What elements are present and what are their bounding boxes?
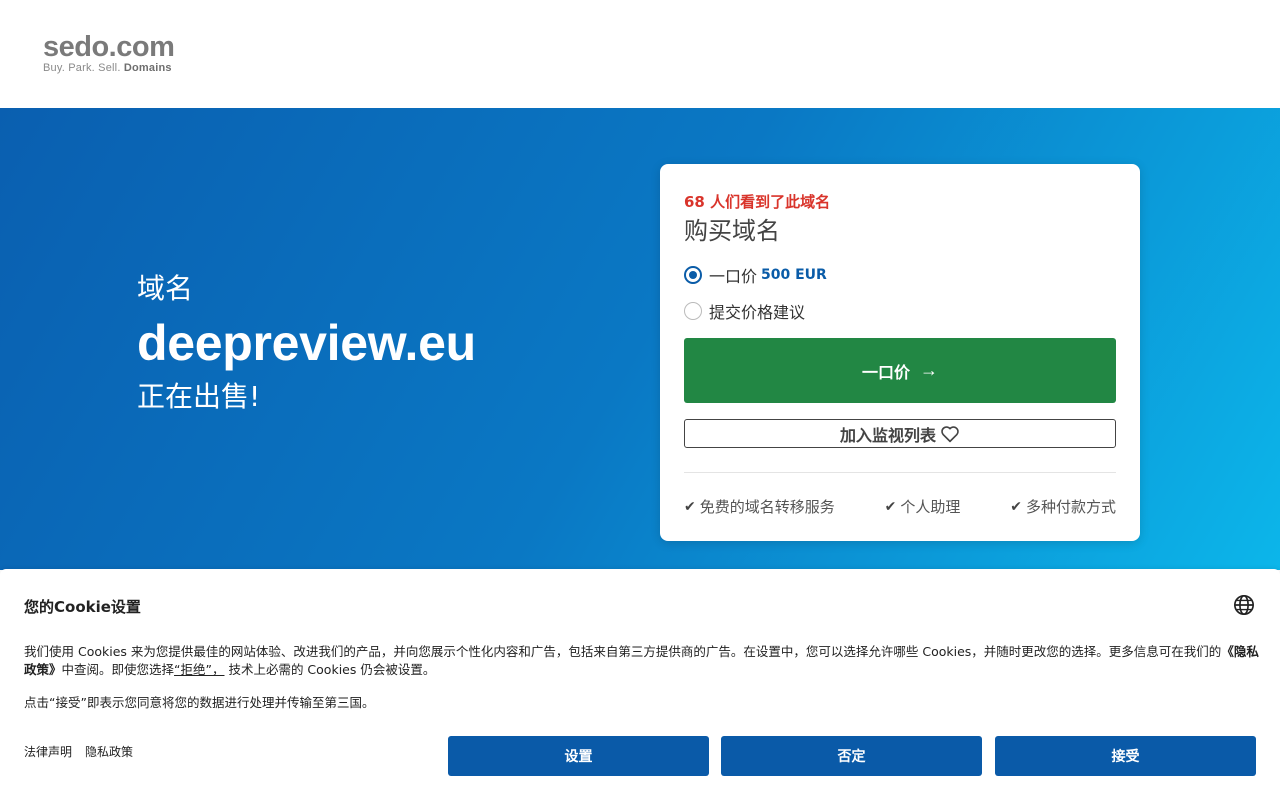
feature-list: ✔ 免费的域名转移服务 ✔ 个人助理 ✔ 多种付款方式 [684,496,1116,517]
feature-item: ✔ 免费的域名转移服务 [684,496,835,517]
option-make-offer-label: 提交价格建议 [709,303,806,322]
radio-buy-now[interactable] [684,266,702,284]
feature-label: 免费的域名转移服务 [699,498,835,516]
watchlist-button-label: 加入监视列表 [839,427,936,445]
view-count: 68 [684,193,705,211]
option-buy-now[interactable]: 一口价 500 EUR [684,264,827,286]
buy-now-button-label: 一口价 [861,364,910,382]
arrow-right-icon: → [920,360,938,380]
cookie-accept-button[interactable]: 接受 [995,736,1256,776]
cookie-reject-button[interactable]: 否定 [721,736,982,776]
cookie-title: 您的Cookie设置 [24,598,141,616]
option-make-offer[interactable]: 提交价格建议 [684,300,805,322]
sedo-logo[interactable]: sedo.com Buy. Park. Sell. Domains [43,31,175,74]
cookie-text-1: 我们使用 Cookies 来为您提供最佳的网站体验、改进我们的产品，并向您展示个… [24,644,1222,659]
check-icon: ✔ [884,498,897,515]
feature-label: 个人助理 [900,498,961,516]
logo-tagline: Buy. Park. Sell. Domains [43,62,174,74]
card-divider [684,472,1116,473]
check-icon: ✔ [1010,498,1022,515]
heart-icon [941,425,959,442]
purchase-card: 68 人们看到了此域名 购买域名 一口价 500 EUR 提交价格建议 一口价 … [660,164,1140,541]
view-text: 人们看到了此域名 [710,193,831,211]
hero-for-sale: 正在出售! [137,380,261,413]
buy-now-button[interactable]: 一口价 → [684,338,1116,403]
cookie-banner: 您的Cookie设置 我们使用 Cookies 来为您提供最佳的网站体验、改进我… [0,569,1280,800]
option-buy-now-label: 一口价 [709,267,758,286]
card-title: 购买域名 [684,217,780,245]
view-counter: 68 人们看到了此域名 [684,191,830,212]
cookie-text-3: 技术上必需的 Cookies 仍会被设置。 [224,662,436,677]
logo-tag-bold: Domains [123,62,172,74]
cookie-settings-button[interactable]: 设置 [448,736,709,776]
privacy-policy-footer-link[interactable]: 隐私政策 [85,743,133,760]
feature-item: ✔ 个人助理 [885,496,961,517]
reject-ref: “拒绝”， [174,662,225,677]
cookie-text-2: 中查阅。即使您选择 [61,662,175,677]
legal-notice-link[interactable]: 法律声明 [24,743,72,760]
logo-tag-plain: Buy. Park. Sell. [43,62,121,74]
cookie-links: 法律声明 隐私政策 [24,743,133,760]
buy-now-price: 500 EUR [761,267,827,283]
cookie-accept-note: 点击“接受”即表示您同意将您的数据进行处理并传输至第三国。 [24,695,375,710]
add-to-watchlist-button[interactable]: 加入监视列表 [684,419,1116,448]
hero-domain-name: deepreview.eu [137,315,476,371]
site-header: sedo.com Buy. Park. Sell. Domains [0,0,1280,108]
feature-item: ✔ 多种付款方式 [1010,496,1116,517]
globe-icon[interactable] [1233,594,1255,616]
logo-main: sedo.com [43,31,175,63]
cookie-description: 我们使用 Cookies 来为您提供最佳的网站体验、改进我们的产品，并向您展示个… [24,643,1264,679]
hero-label: 域名 [137,272,194,305]
radio-make-offer[interactable] [684,302,702,320]
check-icon: ✔ [684,498,696,515]
feature-label: 多种付款方式 [1025,498,1116,516]
